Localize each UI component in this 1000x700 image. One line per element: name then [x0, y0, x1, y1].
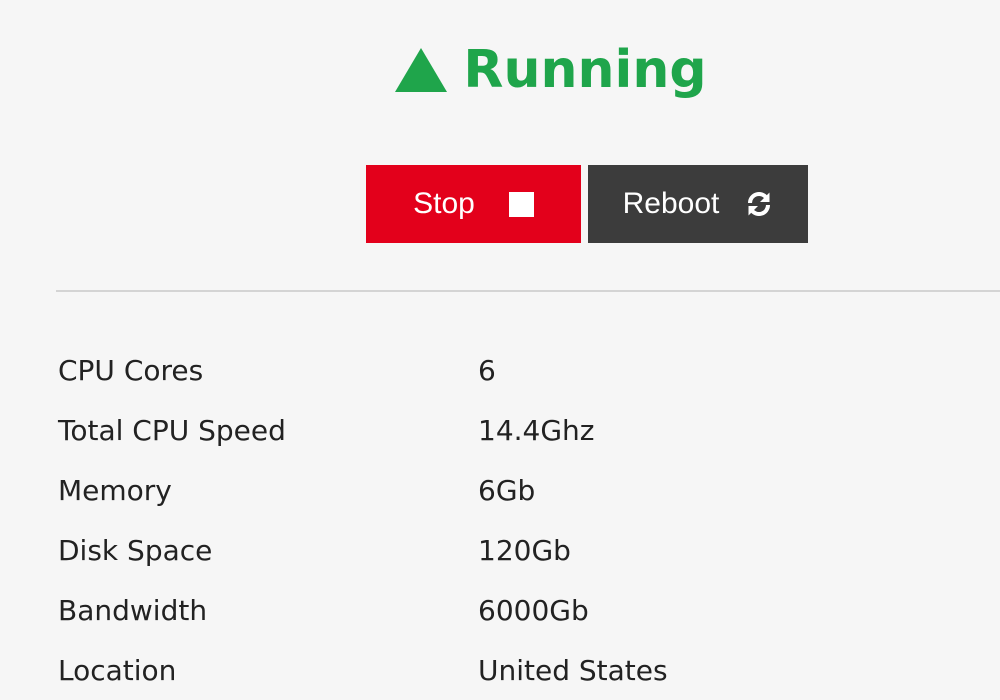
specs-list: CPU Cores 6 Total CPU Speed 14.4Ghz Memo…	[58, 340, 958, 700]
spec-value: 6Gb	[478, 473, 536, 507]
spec-label: Total CPU Speed	[58, 413, 286, 447]
triangle-up-icon	[395, 48, 448, 92]
spec-row-cpu-cores: CPU Cores 6	[58, 340, 958, 400]
spec-label: Disk Space	[58, 533, 213, 567]
status-text: Running	[463, 40, 707, 100]
spec-row-cpu-speed: Total CPU Speed 14.4Ghz	[58, 400, 958, 460]
spec-value: 120Gb	[478, 533, 571, 567]
spec-value: United States	[478, 653, 668, 687]
spec-value: 14.4Ghz	[478, 413, 595, 447]
spec-value: 6	[478, 353, 496, 387]
action-buttons: Stop Reboot	[366, 165, 808, 243]
reboot-button[interactable]: Reboot	[588, 165, 808, 243]
spec-label: CPU Cores	[58, 353, 204, 387]
stop-button[interactable]: Stop	[366, 165, 581, 243]
server-panel: Running Stop Reboot CPU Cores 6 Total CP…	[0, 0, 1000, 700]
spec-value: 6000Gb	[478, 593, 589, 627]
spec-label: Memory	[58, 473, 172, 507]
refresh-icon	[748, 191, 771, 217]
stop-button-label: Stop	[413, 187, 475, 220]
reboot-button-label: Reboot	[622, 187, 720, 220]
spec-label: Location	[58, 653, 177, 687]
section-divider	[56, 290, 1000, 292]
server-status: Running	[0, 44, 1000, 96]
spec-row-location: Location United States	[58, 640, 958, 700]
stop-square-icon	[508, 191, 534, 217]
spec-row-disk-space: Disk Space 120Gb	[58, 520, 958, 580]
spec-label: Bandwidth	[58, 593, 208, 627]
spec-row-memory: Memory 6Gb	[58, 460, 958, 520]
spec-row-bandwidth: Bandwidth 6000Gb	[58, 580, 958, 640]
